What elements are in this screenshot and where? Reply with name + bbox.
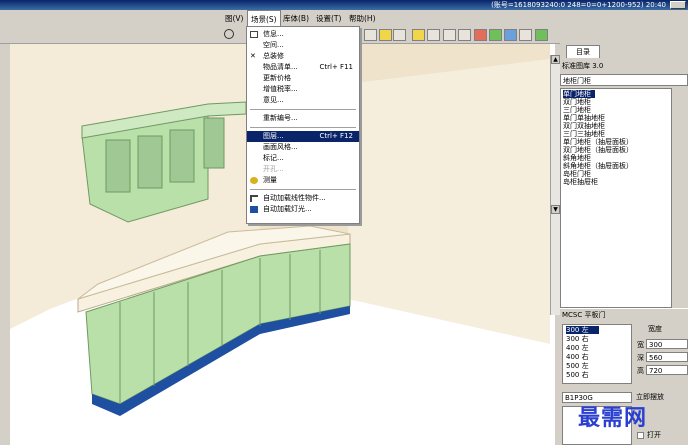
cabinet-list[interactable]: 单门地柜 双门地柜 三门地柜 单门单抽地柜 双门双抽地柜 三门三抽地柜 单门地柜… bbox=[560, 88, 672, 308]
open-checkbox[interactable] bbox=[637, 432, 644, 439]
measure-icon bbox=[250, 177, 258, 184]
tools-icon: ✕ bbox=[250, 52, 256, 60]
menu-separator bbox=[250, 109, 356, 111]
list-item[interactable]: 斜角地柜（抽屉面板） bbox=[563, 162, 633, 170]
list-item[interactable]: 单门单抽地柜 bbox=[563, 114, 605, 122]
menu-item-renumber[interactable]: 重新编号... bbox=[247, 113, 359, 124]
window-control-button[interactable] bbox=[670, 1, 686, 9]
menu-view[interactable]: 图(V) bbox=[222, 10, 246, 27]
globe-icon[interactable] bbox=[504, 29, 517, 41]
menu-item-layers[interactable]: 图层... Ctrl+ F12 bbox=[247, 131, 359, 142]
list-item[interactable]: 单门地柜（抽屉面板） bbox=[563, 138, 633, 146]
glass-door bbox=[137, 135, 163, 189]
menu-item-hole: 开孔... bbox=[263, 165, 284, 173]
pencil-icon[interactable] bbox=[443, 29, 456, 41]
menu-item-auto-linear[interactable]: 自动加载线性物件... bbox=[247, 193, 359, 204]
menu-item-item-list[interactable]: 物品清单... Ctrl+ F11 bbox=[247, 62, 359, 73]
list-item[interactable]: 三门三抽地柜 bbox=[563, 130, 605, 138]
menu-item-space[interactable]: 空间... bbox=[247, 40, 359, 51]
list-item[interactable]: 500 左 bbox=[566, 362, 589, 370]
view-icon[interactable] bbox=[364, 29, 377, 41]
tree-icon[interactable] bbox=[535, 29, 548, 41]
camera-icon[interactable] bbox=[427, 29, 440, 41]
glass-door bbox=[169, 129, 195, 183]
right-wall bbox=[348, 59, 550, 344]
menu-item-update-price[interactable]: 更新价格 bbox=[247, 73, 359, 84]
menu-item-vat-rate[interactable]: 增值税率... bbox=[247, 84, 359, 95]
list-item[interactable]: 300 左 bbox=[566, 326, 599, 334]
plant-icon[interactable] bbox=[489, 29, 502, 41]
list-item[interactable]: 双门地柜 bbox=[563, 98, 591, 106]
info-icon bbox=[250, 31, 258, 38]
style-label: MCSC 平板门 bbox=[560, 308, 688, 320]
window-title: (账号=1618093240:0 248=0=0+1200-952) 20:40 bbox=[491, 1, 666, 9]
list-item[interactable]: 300 右 bbox=[566, 335, 589, 343]
list-item[interactable]: 岛柜抽屉柜 bbox=[563, 178, 598, 186]
menu-help[interactable]: 帮助(H) bbox=[346, 10, 379, 27]
zoom-icon[interactable] bbox=[224, 29, 234, 39]
scene-dropdown-menu: 信息... 空间... ✕ 总装修 物品清单... Ctrl+ F11 更新价格… bbox=[246, 26, 360, 224]
cube-icon[interactable] bbox=[379, 29, 392, 41]
list-item[interactable]: 400 左 bbox=[566, 344, 589, 352]
flag-icon[interactable] bbox=[474, 29, 487, 41]
vertical-scrollbar[interactable]: ▲ ▼ bbox=[550, 55, 560, 315]
size-list[interactable]: 300 左 300 右 400 左 400 右 500 左 500 右 bbox=[562, 324, 632, 384]
menu-item-info[interactable]: 信息... bbox=[247, 29, 359, 40]
menu-separator bbox=[250, 189, 356, 191]
glass-door bbox=[105, 139, 131, 193]
light-icon[interactable] bbox=[412, 29, 425, 41]
list-item[interactable]: 双门地柜（抽屉面板） bbox=[563, 146, 633, 154]
list-item[interactable]: 单门地柜 bbox=[563, 90, 595, 98]
menu-item-display-style[interactable]: 画面风格... bbox=[247, 142, 359, 153]
depth-field[interactable]: 560 bbox=[646, 352, 688, 362]
menu-item-auto-light[interactable]: 自动加载灯光... bbox=[247, 204, 359, 215]
list-item[interactable]: 双门双抽地柜 bbox=[563, 122, 605, 130]
tab-catalog[interactable]: 目录 bbox=[566, 45, 600, 58]
watermark: 最需网 bbox=[578, 406, 648, 431]
menu-settings[interactable]: 设置(T) bbox=[313, 10, 344, 27]
list-item[interactable]: 岛柜门柜 bbox=[563, 170, 591, 178]
menu-scene[interactable]: 场景(S) bbox=[247, 10, 281, 27]
render-icon[interactable] bbox=[519, 29, 532, 41]
height-field[interactable]: 720 bbox=[646, 365, 688, 375]
category-select[interactable]: 地柜门柜 bbox=[560, 74, 688, 86]
list-item[interactable]: 500 右 bbox=[566, 371, 589, 379]
scroll-up-icon[interactable]: ▲ bbox=[551, 55, 560, 64]
width-field[interactable]: 300 bbox=[646, 339, 688, 349]
menu-item-opinion[interactable]: 意见... bbox=[247, 95, 359, 106]
menu-separator bbox=[250, 127, 356, 129]
list-item[interactable]: 斜角地柜 bbox=[563, 154, 591, 162]
list-item[interactable]: 三门地柜 bbox=[563, 106, 591, 114]
glass-door bbox=[203, 117, 225, 169]
library-title: 标准图库 3.0 bbox=[562, 62, 604, 70]
play-icon[interactable] bbox=[393, 29, 406, 41]
light-icon bbox=[250, 206, 258, 213]
line-object-icon bbox=[250, 195, 258, 202]
menu-library[interactable]: 库体(B) bbox=[280, 10, 312, 27]
dimension-header: 宽度 bbox=[648, 325, 662, 333]
menu-item-mark[interactable]: 标记... bbox=[247, 153, 359, 164]
list-item[interactable]: 400 右 bbox=[566, 353, 589, 361]
angle-icon[interactable] bbox=[458, 29, 471, 41]
scroll-down-icon[interactable]: ▼ bbox=[551, 205, 560, 214]
open-label: 打开 bbox=[647, 431, 661, 439]
menu-item-measure[interactable]: 测量 bbox=[247, 175, 359, 186]
menu-item-decoration[interactable]: ✕ 总装修 bbox=[247, 51, 359, 62]
